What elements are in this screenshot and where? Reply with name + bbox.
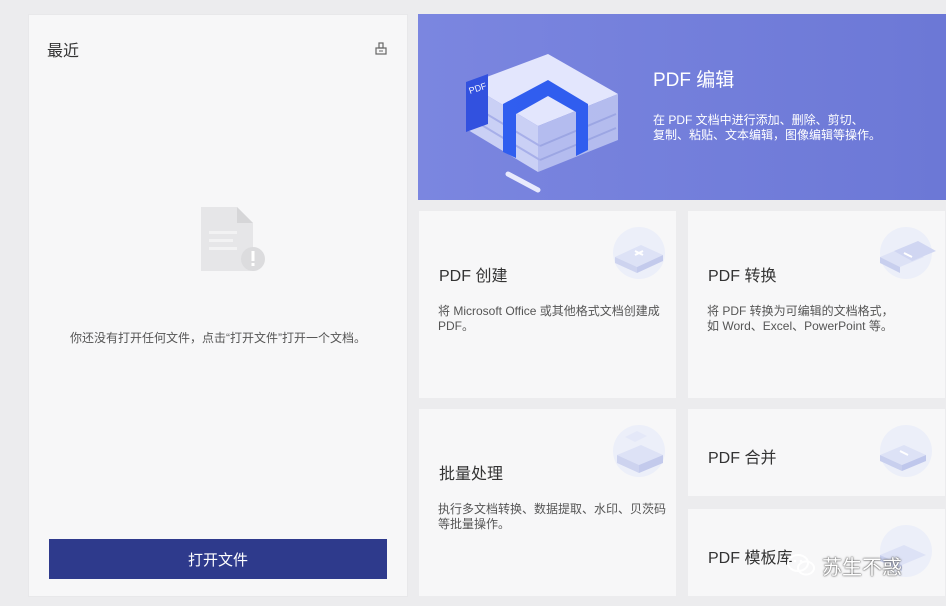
app-home: 最近 你还没有打开任何文件，点击“打开文件”打开一个文档。 打开文件 PDF P… [0, 0, 946, 606]
empty-recent-message: 你还没有打开任何文件，点击“打开文件”打开一个文档。 [70, 331, 366, 345]
empty-document-icon [201, 207, 265, 271]
pdf-edit-desc-line1: 在 PDF 文档中进行添加、删除、剪切、 [653, 113, 864, 127]
pdf-edit-desc-line2: 复制、粘贴、文本编辑，图像编辑等操作。 [653, 128, 882, 142]
pdf-create-desc-line2: PDF。 [438, 319, 475, 333]
pdf-convert-desc-line1: 将 PDF 转换为可编辑的文档格式， [707, 304, 894, 318]
pdf-edit-description: 在 PDF 文档中进行添加、删除、剪切、 复制、粘贴、文本编辑，图像编辑等操作。 [653, 113, 903, 143]
pdf-create-icon [613, 227, 665, 279]
pdf-edit-title: PDF 编辑 [653, 70, 735, 91]
pdf-edit-illustration: PDF [466, 54, 618, 193]
pdf-edit-card[interactable]: PDF PDF 编辑 在 PDF 文档中进行添加、删除、剪切、 复制、粘贴、文本… [418, 14, 946, 200]
batch-process-description: 执行多文档转换、数据提取、水印、贝茨码 等批量操作。 [438, 502, 678, 532]
pdf-convert-desc-line2: 如 Word、Excel、PowerPoint 等。 [707, 319, 893, 333]
open-file-button[interactable]: 打开文件 [49, 539, 387, 579]
clear-recent-icon[interactable] [373, 40, 389, 56]
recent-title: 最近 [47, 43, 80, 60]
pdf-merge-card[interactable]: PDF 合并 [687, 408, 946, 497]
pdf-create-title: PDF 创建 [439, 268, 508, 285]
pdf-merge-icon [880, 425, 932, 477]
wechat-icon [787, 554, 815, 576]
pdf-create-card[interactable]: PDF 创建 将 Microsoft Office 或其他格式文档创建成 PDF… [418, 210, 677, 399]
pdf-create-desc-line1: 将 Microsoft Office 或其他格式文档创建成 [438, 304, 660, 318]
pdf-template-title: PDF 模板库 [708, 550, 793, 567]
wechat-watermark: 苏生不惑 [786, 548, 936, 582]
pdf-convert-description: 将 PDF 转换为可编辑的文档格式， 如 Word、Excel、PowerPoi… [707, 304, 946, 334]
batch-process-desc-line1: 执行多文档转换、数据提取、水印、贝茨码 [438, 502, 667, 516]
batch-process-title: 批量处理 [439, 466, 504, 483]
batch-process-icon [613, 425, 665, 477]
watermark-text: 苏生不惑 [822, 556, 902, 579]
pdf-convert-icon [880, 227, 936, 279]
pdf-merge-title: PDF 合并 [708, 450, 777, 467]
recent-panel: 最近 你还没有打开任何文件，点击“打开文件”打开一个文档。 打开文件 [28, 14, 408, 597]
pdf-convert-title: PDF 转换 [708, 268, 777, 285]
batch-process-desc-line2: 等批量操作。 [438, 517, 511, 531]
batch-process-card[interactable]: 批量处理 执行多文档转换、数据提取、水印、贝茨码 等批量操作。 [418, 408, 677, 597]
pdf-convert-card[interactable]: PDF 转换 将 PDF 转换为可编辑的文档格式， 如 Word、Excel、P… [687, 210, 946, 399]
pdf-create-description: 将 Microsoft Office 或其他格式文档创建成 PDF。 [438, 304, 678, 334]
